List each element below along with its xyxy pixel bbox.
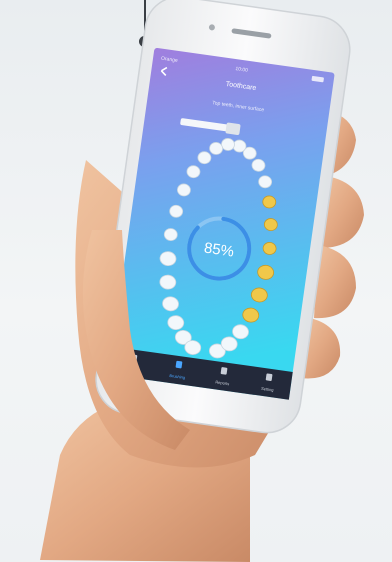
brush-icon — [175, 360, 183, 369]
chart-icon — [220, 367, 228, 375]
photo-scene: Orange 10:00 Toothcare Top teeth, inner … — [0, 0, 392, 562]
phone-in-hand: Orange 10:00 Toothcare Top teeth, inner … — [40, 0, 364, 562]
gear-icon — [265, 373, 273, 381]
